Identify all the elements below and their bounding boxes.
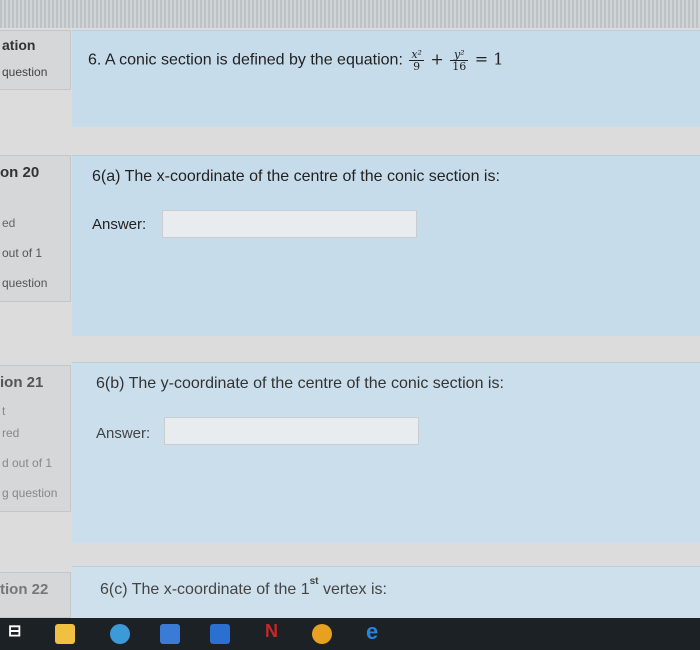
question-21-flag[interactable]: g question	[2, 486, 57, 500]
info-sub: question	[2, 65, 48, 79]
question-6-text: 6. A conic section is defined by the equ…	[88, 49, 503, 72]
question-22-info: tion 22	[0, 572, 71, 618]
question-20-text: 6(a) The x-coordinate of the centre of t…	[92, 168, 500, 185]
fraction-y: y² 16	[450, 48, 469, 73]
question-21-panel: 6(b) The y-coordinate of the centre of t…	[72, 362, 700, 543]
question-20-info: on 20 ed out of 1 question	[0, 155, 71, 302]
question-21-mark-t: t	[2, 404, 6, 418]
answer-label-21: Answer:	[96, 425, 151, 442]
answer-input-20[interactable]	[162, 210, 417, 238]
fraction-x: x² 9	[409, 48, 424, 73]
question-20-status: ed	[2, 216, 16, 230]
equals-one: = 1	[474, 49, 504, 69]
question-info-header: ation question	[0, 30, 71, 90]
answer-label-20: Answer:	[92, 216, 147, 233]
question-20-panel: 6(a) The x-coordinate of the centre of t…	[72, 155, 700, 336]
question-21-number: ion 21	[0, 374, 44, 391]
store-icon[interactable]	[160, 624, 180, 644]
info-title: ation	[2, 37, 36, 53]
question-6-label: 6. A conic section is defined by the equ…	[88, 51, 403, 69]
question-20-marks: out of 1	[2, 246, 43, 260]
question-22-text: 6(c) The x-coordinate of the 1st vertex …	[100, 576, 387, 598]
chat-icon[interactable]	[110, 624, 130, 644]
taskbar: ⊟ N e	[0, 618, 700, 650]
question-22-number: tion 22	[0, 581, 49, 598]
question-21-info: ion 21 t red d out of 1 g question	[0, 365, 71, 512]
task-view-icon[interactable]: ⊟	[8, 621, 21, 641]
question-22-panel: 6(c) The x-coordinate of the 1st vertex …	[72, 566, 700, 619]
plus-sign: +	[430, 49, 444, 69]
top-strip	[0, 0, 700, 28]
file-explorer-icon[interactable]	[55, 624, 75, 644]
question-21-marks: d out of 1	[2, 456, 53, 470]
outlook-icon[interactable]	[210, 624, 230, 644]
question-21-text: 6(b) The y-coordinate of the centre of t…	[96, 375, 504, 392]
question-20-number: on 20	[0, 164, 40, 181]
question-21-status: red	[2, 426, 20, 440]
netflix-icon[interactable]: N	[265, 621, 278, 642]
question-20-flag[interactable]: question	[2, 276, 47, 290]
edge-icon[interactable]: e	[366, 619, 378, 645]
answer-input-21[interactable]	[164, 417, 419, 445]
question-6-panel: 6. A conic section is defined by the equ…	[72, 30, 700, 127]
chrome-icon[interactable]	[312, 624, 332, 644]
